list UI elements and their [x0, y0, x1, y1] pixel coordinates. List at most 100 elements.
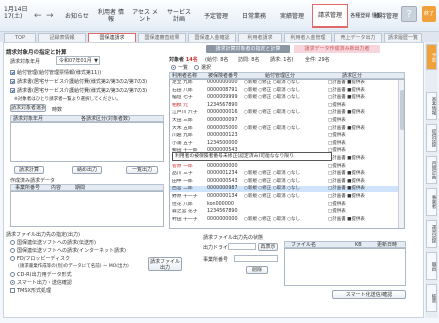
benefit-type-cell[interactable]: ○新規 ○修正 ○取消 ○なし [244, 217, 326, 223]
invoice-type-cell[interactable]: □計画書 ■提供表 [328, 186, 396, 192]
benefit-type-cell[interactable]: ○新規 ○修正 ○取消 ○なし [244, 95, 326, 101]
radio-out1[interactable] [10, 240, 15, 245]
table-row[interactable]: 品川 三子 0000001234 ○新規 ○修正 ○取消 ○なし □計画書 ■提供表 [170, 171, 398, 177]
invoice-type-cell[interactable]: □計画書 ■提供表 [328, 179, 396, 185]
tab-sales-export[interactable]: 売上データ出力 [334, 33, 382, 42]
tab-top[interactable]: TOP [4, 33, 36, 42]
table-row[interactable]: 稲垣 七子 0000009999 ○新規 ○修正 ○取消 ○なし □計画書 ■提供表 [170, 95, 398, 101]
nav-billing[interactable]: 請求管理 [312, 4, 348, 28]
table-row[interactable]: 佳花 八郎 kon000000 □提供表 [170, 202, 398, 208]
side-tab-basic[interactable]: 基本情報 [426, 92, 437, 120]
out-opt-4[interactable]: CD-R(出力用データ形式 [10, 271, 72, 278]
benefit-type-cell[interactable]: ○新規 ○修正 ○取消 ○なし [244, 171, 326, 177]
benefit-type-cell[interactable]: ○新規 ○修正 ○取消 ○なし [244, 80, 326, 86]
help-icon[interactable]: ? [401, 6, 417, 22]
side-tab-monthly[interactable]: 月間計画 [426, 156, 437, 184]
invoice-type-cell[interactable]: □計画書 ■提供表 [328, 110, 396, 116]
table-row[interactable]: 相模 元 1234567890 □提供表 [170, 103, 398, 109]
invoice-type-cell[interactable]: □計画書 ■提供表 [328, 217, 396, 223]
checkbox-out6[interactable] [10, 288, 15, 293]
benefit-type-cell[interactable]: ○新規 ○修正 ○取消 ○なし [244, 194, 326, 200]
side-tab-staff[interactable]: 職員 [426, 252, 437, 280]
side-tab-records[interactable]: 提供記録 [426, 124, 437, 152]
radio-selected[interactable] [194, 65, 199, 70]
tab-kokuho-payment[interactable]: 国保連入金確認 [188, 33, 236, 42]
nav-news[interactable]: お知らせ [62, 4, 92, 28]
tab-billing-history[interactable]: 請求履歴一覧 [384, 33, 422, 42]
invoice-type-cell[interactable]: □提供表 [328, 209, 396, 215]
invoice-type-cell[interactable]: □提供表 [328, 133, 396, 139]
nav-maintenance[interactable]: 維持管理 [372, 4, 400, 28]
radio-out2[interactable] [10, 248, 15, 253]
side-tab-provider[interactable]: 事業者 [426, 188, 437, 216]
radio-out3[interactable] [10, 256, 15, 261]
filter-all[interactable]: 一覧 [171, 64, 188, 71]
checkbox-opt2[interactable] [10, 79, 15, 84]
table-row[interactable]: 足立 九郎 0000000000 ○新規 ○修正 ○取消 ○なし □計画書 ■提供表 [170, 80, 398, 86]
tab-user-payment[interactable]: 利用者入金管理 [284, 33, 332, 42]
table-row[interactable]: 川越 九郎 0000000123 □提供表 [170, 133, 398, 139]
tab-calc-targets[interactable]: 請求計算対象者の指定と計算 [206, 45, 290, 53]
file-output-button[interactable]: 請求ファイル 出力 [148, 257, 182, 271]
invoice-type-cell[interactable]: □提供表 [328, 118, 396, 124]
invoice-type-cell[interactable]: □計画書 ■提供表 [328, 88, 396, 94]
radio-all[interactable] [171, 65, 176, 70]
invoice-type-cell[interactable]: □計画書 ■提供表 [328, 95, 396, 101]
out-opt-1[interactable]: 国保連伝送ソフトへの請求(伝送形) [10, 239, 96, 246]
invoice-type-cell[interactable]: □計画書 ■提供表 [328, 194, 396, 200]
table-row[interactable]: 石田 八郎 0000008791 ○新規 ○修正 ○取消 ○なし □計画書 ■提供表 [170, 88, 398, 94]
benefit-type-cell[interactable]: ○新規 ○修正 ○取消 ○なし [244, 110, 326, 116]
opt-row-2[interactable]: 請求書(居宅サービス介護給付費(様式第2/第3の2/第7の3) [10, 78, 147, 85]
out-opt-6[interactable]: TMSX形式処理 [10, 287, 51, 294]
invoice-type-cell[interactable]: □計画書 ■提供表 [328, 126, 396, 132]
invoice-type-cell[interactable]: □提供表 [328, 141, 396, 147]
table-row[interactable]: 菅原 一郎 0000000000 □提供表 [170, 164, 398, 170]
out-opt-3[interactable]: FD/フロッピーディスク [10, 255, 70, 262]
calculate-button[interactable]: 請求計算 [14, 166, 44, 174]
invoice-type-cell[interactable]: □計画書 ■提供表 [328, 171, 396, 177]
table-row[interactable]: 江戸川 六子 0000000016 ○新規 ○修正 ○取消 ○なし □計画書 ■提供表 [170, 110, 398, 116]
invoice-type-cell[interactable]: □提供表 [328, 202, 396, 208]
side-tab-forms[interactable]: 帳票 [426, 284, 437, 312]
smart-send-button[interactable]: スマート化送信/確認 [332, 290, 406, 299]
tab-kokuho-billing[interactable]: 国保連請求 [88, 33, 136, 42]
select-target-button[interactable]: 請求対象者選択 [10, 104, 46, 112]
month-select[interactable]: 令和07年01月 ▼ [56, 56, 100, 65]
scroll-thumb[interactable] [400, 90, 404, 130]
side-tab-schedule[interactable]: 予定 [426, 44, 437, 70]
invoice-type-cell[interactable]: □提供表 [328, 164, 396, 170]
out-opt-5[interactable]: スマート出力・送信確認 [10, 279, 72, 286]
nav-schedule[interactable]: 予定管理 [198, 4, 234, 28]
benefit-type-cell[interactable]: ○新規 ○修正 ○取消 ○なし [244, 186, 326, 192]
table-row[interactable]: 森之宮 花子 1234567890 □提供表 [170, 209, 398, 215]
tab-kokuho-review[interactable]: 国保連審査結果 [138, 33, 186, 42]
drive-select[interactable] [228, 243, 256, 250]
radio-out5[interactable] [10, 280, 15, 285]
invoice-type-cell[interactable]: □提供表 [328, 103, 396, 109]
opt-row-3[interactable]: 請求書(居宅サービス介護給付費(様式第2/第3の2/第7の3) [10, 87, 147, 94]
tab-user-billing[interactable]: 利用者請求 [238, 33, 282, 42]
list-output-button[interactable]: 一覧出力 [126, 166, 158, 174]
checkbox-opt1[interactable] [10, 70, 15, 75]
table-row[interactable]: 野原 十一子 0000000134 ○新規 ○修正 ○取消 ○なし □計画書 ■提供表 [170, 194, 398, 200]
nav-results[interactable]: 実績管理 [274, 4, 310, 28]
table-row[interactable]: 西宮 二郎 0000000987 ○新規 ○修正 ○取消 ○なし □計画書 ■提供表 [170, 186, 398, 193]
side-tab-operation[interactable]: 運営記録 [426, 220, 437, 248]
back-arrow-icon[interactable]: ← [34, 11, 42, 21]
benefit-type-cell[interactable]: ○新規 ○修正 ○取消 ○なし [244, 88, 326, 94]
table-row[interactable]: 村田 十一子 0000000000 ○新規 ○修正 ○取消 ○なし □計画書 ■提供表 [170, 217, 398, 223]
nav-user-info[interactable]: 利用者 情報 [96, 4, 126, 28]
output-button[interactable]: 納め出力 [72, 166, 102, 174]
grid-scrollbar[interactable] [398, 80, 404, 228]
tab-created-targets[interactable]: 請求データ作成済み新出力者 [294, 45, 380, 53]
table-row[interactable]: 大木 五郎 0000005000 ○新規 ○修正 ○取消 ○なし □計画書 ■提供表 [170, 126, 398, 132]
table-row[interactable]: 大田 三郎 0000000097 □提供表 [170, 118, 398, 124]
table-row[interactable]: 小浦 五子 1234500000 □提供表 [170, 141, 398, 147]
delete-button[interactable]: 削除 [246, 266, 268, 274]
filter-selected[interactable]: 選択 [194, 64, 211, 71]
nav-daily[interactable]: 日常業務 [236, 4, 272, 28]
invoice-type-cell[interactable]: □提供表 [328, 148, 396, 154]
benefit-type-cell[interactable]: ○新規 ○修正 ○取消 ○なし [244, 179, 326, 185]
opt-row-1[interactable]: 給付管理(給付管理票情報(様式第11)) [10, 69, 101, 76]
out-opt-2[interactable]: 国保連伝送ソフトへの請求(インターネット請求) [10, 247, 126, 254]
